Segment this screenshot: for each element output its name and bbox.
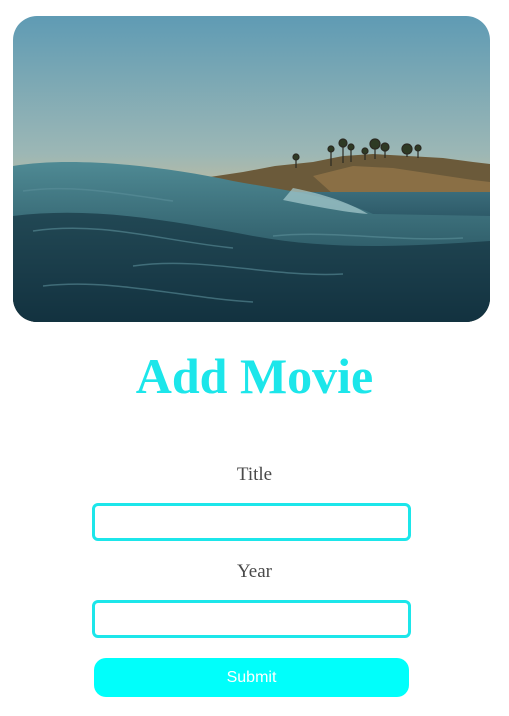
- hero-image: [13, 16, 490, 322]
- ocean-wave-image: [13, 16, 490, 322]
- title-input[interactable]: [92, 503, 411, 541]
- submit-button[interactable]: Submit: [94, 658, 409, 697]
- title-label: Title: [236, 464, 273, 485]
- year-input[interactable]: [92, 600, 411, 638]
- page-title: Add Movie: [135, 348, 374, 404]
- year-label: Year: [236, 561, 272, 582]
